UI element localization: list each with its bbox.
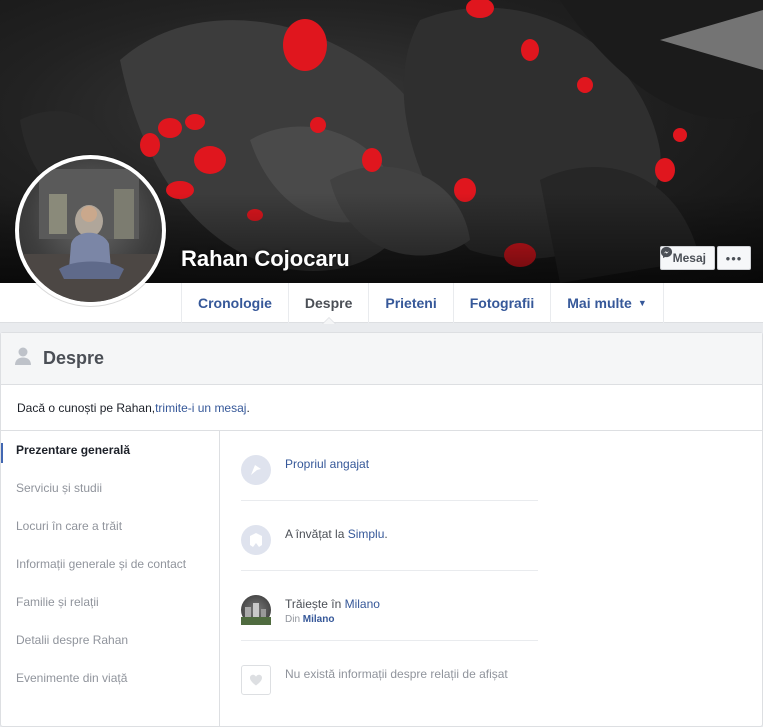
graduation-icon bbox=[241, 525, 271, 555]
overview-location-text: Trăiește în Milano Din Milano bbox=[285, 595, 380, 625]
sidenav-item-family[interactable]: Familie și relații bbox=[1, 583, 219, 621]
profile-name[interactable]: Rahan Cojocaru bbox=[181, 246, 350, 272]
sidenav-item-life-events[interactable]: Evenimente din viață bbox=[1, 659, 219, 697]
overview-row-education: A învățat la Simplu. bbox=[241, 501, 538, 571]
contact-hint: Dacă o cunoști pe Rahan, trimite-i un me… bbox=[1, 385, 762, 431]
city-photo-icon[interactable] bbox=[241, 595, 271, 625]
about-title[interactable]: Despre bbox=[43, 348, 104, 369]
message-button[interactable]: Mesaj bbox=[659, 246, 715, 270]
tab-more-label: Mai multe bbox=[567, 295, 632, 311]
avatar-photo bbox=[19, 159, 162, 302]
contact-hint-suffix: . bbox=[246, 400, 250, 415]
overview-content: Propriul angajat A învățat la Simplu. Tr… bbox=[241, 431, 538, 711]
briefcase-flag-icon bbox=[241, 455, 271, 485]
profile-tabs: Cronologie Despre Prieteni Fotografii Ma… bbox=[181, 283, 664, 324]
tab-more[interactable]: Mai multe ▼ bbox=[551, 283, 664, 323]
about-body: Prezentare generală Serviciu și studii L… bbox=[1, 431, 762, 726]
tab-timeline[interactable]: Cronologie bbox=[182, 283, 289, 323]
person-icon bbox=[13, 346, 33, 371]
more-options-button[interactable]: ••• bbox=[717, 246, 751, 270]
caret-down-icon: ▼ bbox=[637, 298, 647, 308]
sidenav-item-places[interactable]: Locuri în care a trăit bbox=[1, 507, 219, 545]
profile-page: Rahan Cojocaru Mesaj ••• Cronologie Desp… bbox=[0, 0, 763, 727]
sidenav-item-details[interactable]: Detalii despre Rahan bbox=[1, 621, 219, 659]
avatar-artwork bbox=[19, 169, 162, 302]
contact-hint-prefix: Dacă o cunoști pe Rahan, bbox=[17, 400, 156, 415]
lives-in-line: Trăiește în Milano bbox=[285, 597, 380, 611]
about-header: Despre bbox=[1, 333, 762, 385]
overview-row-location: Trăiește în Milano Din Milano bbox=[241, 571, 538, 641]
tab-photos[interactable]: Fotografii bbox=[454, 283, 552, 323]
overview-row-relationship: Nu există informații despre relații de a… bbox=[241, 641, 538, 711]
cover-actions: Mesaj ••• bbox=[659, 246, 751, 270]
profile-picture[interactable] bbox=[15, 155, 166, 306]
from-prefix: Din bbox=[285, 614, 303, 625]
lives-in-link[interactable]: Milano bbox=[345, 597, 380, 611]
about-card: Despre Dacă o cunoști pe Rahan, trimite-… bbox=[0, 332, 763, 727]
sidenav-item-overview[interactable]: Prezentare generală bbox=[1, 431, 219, 469]
from-link[interactable]: Milano bbox=[303, 614, 335, 625]
education-prefix: A învățat la bbox=[285, 527, 348, 541]
education-link[interactable]: Simplu bbox=[348, 527, 385, 541]
tab-friends[interactable]: Prieteni bbox=[369, 283, 454, 323]
education-suffix: . bbox=[384, 527, 388, 541]
lives-in-prefix: Trăiește în bbox=[285, 597, 345, 611]
from-line: Din Milano bbox=[285, 614, 380, 625]
overview-row-work: Propriul angajat bbox=[241, 431, 538, 501]
sidenav-item-work-education[interactable]: Serviciu și studii bbox=[1, 469, 219, 507]
relationship-text: Nu există informații despre relații de a… bbox=[285, 667, 508, 681]
heart-icon bbox=[241, 665, 271, 695]
about-sidenav: Prezentare generală Serviciu și studii L… bbox=[1, 431, 220, 726]
overview-education-text: A învățat la Simplu. bbox=[285, 525, 388, 541]
overview-work-text: Propriul angajat bbox=[285, 455, 369, 471]
work-link[interactable]: Propriul angajat bbox=[285, 457, 369, 471]
sidenav-item-contact-info[interactable]: Informații generale și de contact bbox=[1, 545, 219, 583]
send-message-link[interactable]: trimite-i un mesaj bbox=[155, 401, 246, 415]
message-button-label: Mesaj bbox=[672, 251, 706, 265]
tab-about[interactable]: Despre bbox=[289, 283, 370, 324]
